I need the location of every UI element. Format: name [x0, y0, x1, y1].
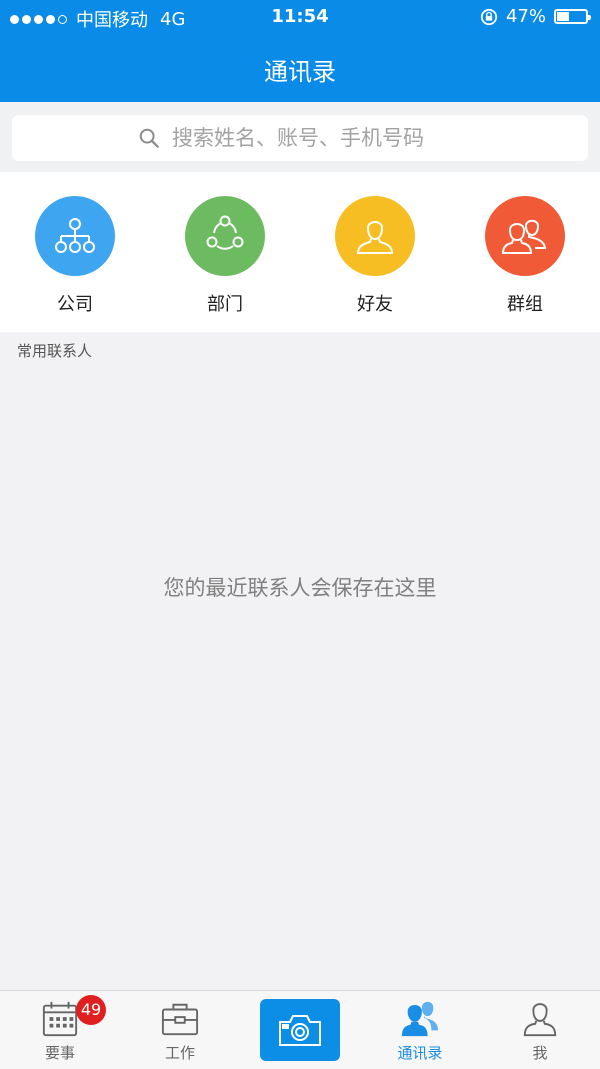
- tab-contacts-label: 通讯录: [397, 1044, 443, 1062]
- battery-fill: [557, 12, 569, 21]
- profile-icon: [523, 1003, 557, 1037]
- category-company-circle: [35, 196, 115, 276]
- camera-icon: [279, 1015, 321, 1046]
- briefcase-icon: [161, 1003, 199, 1036]
- tab-work-label: 工作: [164, 1044, 195, 1062]
- department-share-icon: [206, 215, 244, 250]
- search-input[interactable]: [172, 126, 462, 150]
- rotation-lock-icon: [480, 8, 498, 25]
- camera-button[interactable]: [260, 999, 340, 1061]
- status-right: 47%: [480, 6, 591, 27]
- category-groups-label: 群组: [507, 294, 543, 315]
- category-company-label: 公司: [57, 294, 93, 315]
- calendar-icon: [42, 1001, 78, 1037]
- tab-important[interactable]: 要事 49: [0, 991, 120, 1069]
- category-department-circle: [185, 196, 265, 276]
- search-icon: [139, 128, 159, 148]
- tab-important-label: 要事: [44, 1044, 75, 1062]
- category-department-label: 部门: [207, 294, 243, 315]
- search-box[interactable]: [12, 115, 588, 161]
- frequent-contacts-heading: 常用联系人: [17, 342, 93, 360]
- tab-contacts[interactable]: 通讯录: [360, 991, 480, 1069]
- contacts-icon: [401, 1001, 439, 1037]
- tab-me-label: 我: [532, 1044, 548, 1062]
- empty-state-message: 您的最近联系人会保存在这里: [163, 576, 437, 600]
- org-chart-icon: [55, 218, 95, 253]
- contact-categories: 公司 部门 好友 群组: [0, 172, 600, 332]
- category-friends-circle: [335, 196, 415, 276]
- category-friends-label: 好友: [357, 294, 393, 315]
- group-icon: [501, 219, 547, 254]
- notification-badge: 49: [76, 995, 106, 1025]
- category-groups[interactable]: 群组: [465, 196, 585, 316]
- person-icon: [356, 221, 394, 254]
- bottom-tab-bar: 要事 49 工作 通讯录 我: [0, 990, 600, 1069]
- tab-work[interactable]: 工作: [120, 991, 240, 1069]
- status-bar: 中国移动 4G 11:54 47%: [0, 0, 600, 34]
- category-company[interactable]: 公司: [15, 196, 135, 316]
- tab-me[interactable]: 我: [480, 991, 600, 1069]
- search-area: [0, 102, 600, 172]
- category-friends[interactable]: 好友: [315, 196, 435, 316]
- battery-icon: [554, 9, 591, 24]
- battery-percent: 47%: [505, 6, 546, 27]
- category-department[interactable]: 部门: [165, 196, 285, 316]
- app-header: 中国移动 4G 11:54 47% 通讯录: [0, 0, 600, 102]
- category-groups-circle: [485, 196, 565, 276]
- page-title: 通讯录: [264, 58, 336, 86]
